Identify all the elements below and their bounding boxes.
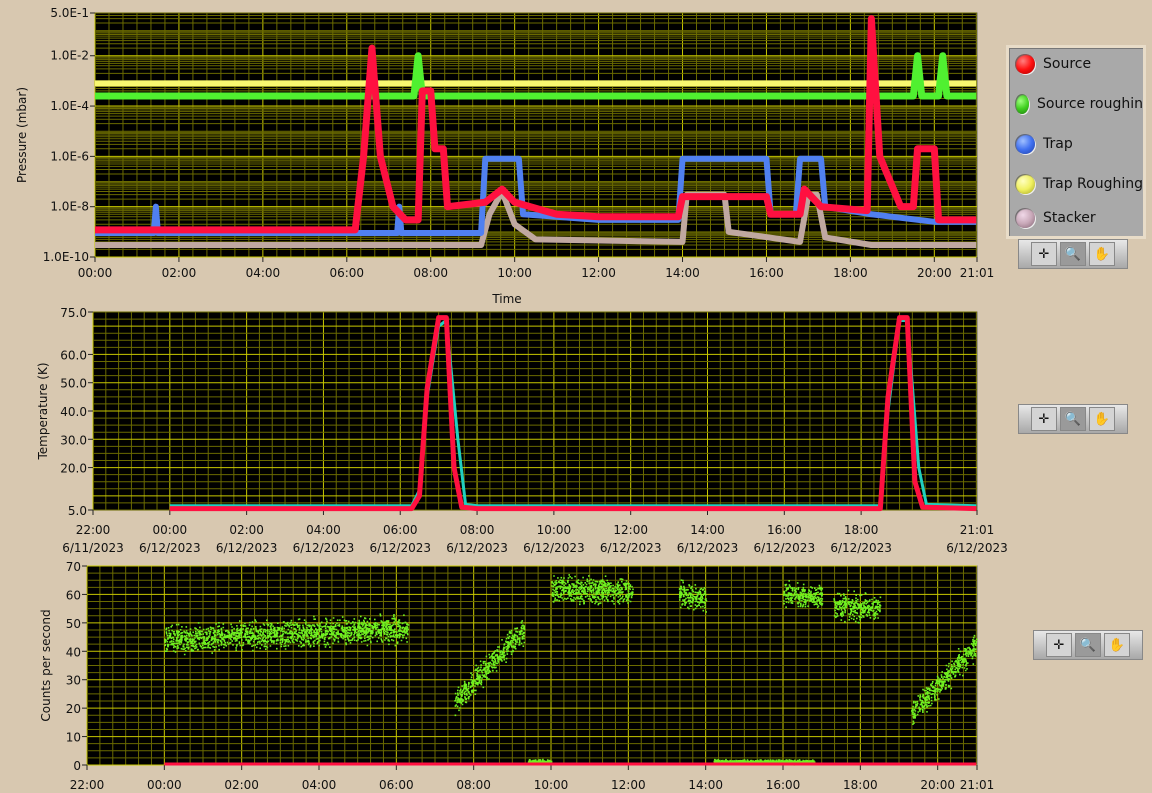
x-tick-label: 00:00 [147, 778, 182, 792]
x-tick-label: 22:00 [70, 778, 105, 792]
y-axis-label: Pressure (mbar) [15, 87, 29, 183]
y-tick-label: 40 [66, 645, 81, 659]
y-tick-label: 5.0E-1 [50, 6, 89, 20]
x-tick-time: 00:00 [153, 523, 188, 537]
x-tick-label: 10:00 [497, 266, 532, 280]
x-tick-label: 16:00 [749, 266, 784, 280]
x-tick-label: 14:00 [688, 778, 723, 792]
x-tick-time: 12:00 [613, 523, 648, 537]
x-tick-date: 6/12/2023 [446, 541, 508, 555]
x-tick-date: 6/12/2023 [830, 541, 892, 555]
x-tick-label: 04:00 [246, 266, 281, 280]
x-tick-time: 22:00 [76, 523, 111, 537]
x-tick-time: 02:00 [229, 523, 264, 537]
y-tick-label: 20.0 [60, 462, 87, 476]
y-tick-label: 60.0 [60, 348, 87, 362]
x-tick-label: 14:00 [665, 266, 700, 280]
y-tick-label: 1.0E-4 [50, 99, 89, 113]
y-tick-label: 0 [73, 759, 81, 773]
cursor-tool-icon[interactable]: ✛ [1046, 633, 1072, 657]
x-tick-date: 6/12/2023 [946, 541, 1008, 555]
y-tick-label: 75.0 [60, 306, 87, 320]
x-tick-date: 6/12/2023 [754, 541, 816, 555]
y-tick-label: 70 [66, 560, 81, 574]
source-color-icon [1015, 54, 1035, 74]
y-tick-label: 10 [66, 731, 81, 745]
source-roughing-color-icon [1015, 94, 1030, 114]
legend-item-trap-roughing[interactable]: Trap Roughing [1015, 172, 1143, 196]
x-tick-time: 04:00 [306, 523, 341, 537]
graph-palette-pressure: ✛ 🔍 ✋ [1018, 239, 1128, 269]
y-axis-label: Temperature (K) [36, 362, 50, 460]
x-tick-label: 18:00 [843, 778, 878, 792]
pan-hand-icon[interactable]: ✋ [1089, 407, 1115, 431]
y-tick-label: 60 [66, 588, 81, 602]
x-tick-label: 16:00 [766, 778, 801, 792]
pan-hand-icon[interactable]: ✋ [1089, 242, 1115, 266]
x-tick-label: 06:00 [379, 778, 414, 792]
x-tick-date: 6/12/2023 [293, 541, 355, 555]
x-tick-time: 21:01 [960, 523, 995, 537]
x-axis-label: Time [491, 292, 521, 306]
zoom-tool-icon[interactable]: 🔍 [1060, 242, 1086, 266]
x-tick-label: 12:00 [581, 266, 616, 280]
y-axis-label: Counts per second [39, 609, 53, 721]
y-tick-label: 30.0 [60, 433, 87, 447]
charts: 5.0E-1 1.0E-2 1.0E-4 1.0E-6 1.0E-8 1.0E-10 00:… [15, 6, 1008, 792]
stacker-color-icon [1015, 208, 1035, 228]
trap-color-icon [1015, 134, 1035, 154]
x-tick-label: 12:00 [611, 778, 646, 792]
x-tick-label: 08:00 [413, 266, 448, 280]
x-tick-label: 06:00 [329, 266, 364, 280]
x-tick-date: 6/12/2023 [139, 541, 201, 555]
plot-legend: Source Source roughin Trap Trap Roughing… [1006, 45, 1146, 239]
x-tick-time: 10:00 [537, 523, 572, 537]
x-tick-time: 16:00 [767, 523, 802, 537]
x-tick-label: 20:00 [920, 778, 955, 792]
cursor-tool-icon[interactable]: ✛ [1031, 242, 1057, 266]
x-tick-label: 21:01 [960, 266, 995, 280]
x-tick-label: 02:00 [162, 266, 197, 280]
x-tick-date: 6/12/2023 [677, 541, 739, 555]
pan-hand-icon[interactable]: ✋ [1104, 633, 1130, 657]
x-tick-label: 18:00 [833, 266, 868, 280]
y-tick-label: 1.0E-2 [50, 49, 89, 63]
legend-item-source-roughing[interactable]: Source roughin [1015, 92, 1143, 116]
y-tick-label: 1.0E-6 [50, 149, 89, 163]
x-tick-time: 08:00 [460, 523, 495, 537]
y-tick-label: 5.0 [68, 504, 87, 518]
graph-palette-counts: ✛ 🔍 ✋ [1033, 630, 1143, 660]
y-tick-label: 50 [66, 617, 81, 631]
x-tick-date: 6/11/2023 [62, 541, 124, 555]
x-tick-date: 6/12/2023 [523, 541, 585, 555]
x-tick-time: 18:00 [844, 523, 879, 537]
cursor-tool-icon[interactable]: ✛ [1031, 407, 1057, 431]
y-tick-label: 1.0E-8 [50, 200, 89, 214]
x-tick-date: 6/12/2023 [216, 541, 278, 555]
x-tick-label: 20:00 [917, 266, 952, 280]
zoom-tool-icon[interactable]: 🔍 [1075, 633, 1101, 657]
x-tick-time: 06:00 [383, 523, 418, 537]
x-tick-date: 6/12/2023 [600, 541, 662, 555]
x-tick-label: 10:00 [534, 778, 569, 792]
x-tick-label: 04:00 [302, 778, 337, 792]
legend-item-trap[interactable]: Trap [1015, 132, 1143, 156]
x-tick-date: 6/12/2023 [369, 541, 431, 555]
x-tick-label: 08:00 [456, 778, 491, 792]
y-tick-label: 50.0 [60, 377, 87, 391]
legend-item-source[interactable]: Source [1015, 52, 1143, 76]
zoom-tool-icon[interactable]: 🔍 [1060, 407, 1086, 431]
trap-roughing-color-icon [1015, 174, 1035, 194]
x-tick-label: 21:01 [960, 778, 995, 792]
x-tick-label: 02:00 [224, 778, 259, 792]
x-tick-time: 14:00 [690, 523, 725, 537]
y-tick-label: 30 [66, 674, 81, 688]
y-tick-label: 1.0E-10 [43, 250, 89, 264]
legend-item-stacker[interactable]: Stacker [1015, 206, 1143, 230]
x-tick-label: 00:00 [78, 266, 113, 280]
graph-palette-temperature: ✛ 🔍 ✋ [1018, 404, 1128, 434]
y-tick-label: 20 [66, 702, 81, 716]
y-tick-label: 40.0 [60, 405, 87, 419]
